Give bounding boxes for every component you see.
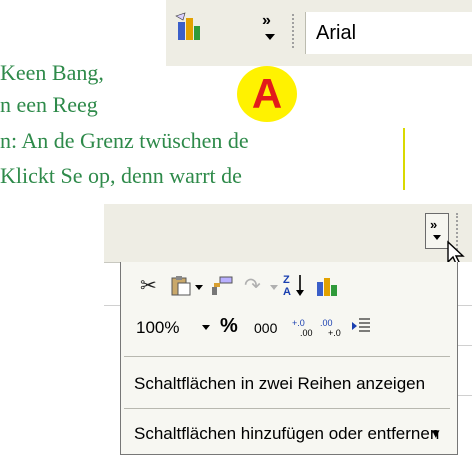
decrease-decimal-icon[interactable]: .00 +.0 — [320, 316, 344, 342]
article-text-line-1: Keen Bang, — [0, 60, 104, 85]
chevron-down-icon[interactable] — [195, 285, 203, 290]
svg-text:A: A — [283, 286, 291, 298]
menu-item-show-two-rows[interactable]: Schaltflächen in zwei Reihen anzeigen — [134, 374, 425, 394]
svg-text:+.0: +.0 — [292, 318, 305, 328]
increase-indent-icon[interactable] — [350, 316, 372, 340]
chevron-down-icon — [265, 34, 275, 40]
svg-text:.00: .00 — [300, 328, 313, 338]
sheet-cells — [456, 262, 472, 454]
menu-item-add-remove-buttons[interactable]: Schaltflächen hinzufügen oder entfernen — [134, 424, 439, 444]
chart-wizard-icon[interactable] — [175, 12, 203, 49]
svg-text:+.0: +.0 — [328, 328, 341, 338]
font-name-box[interactable]: Arial — [305, 12, 472, 54]
menu-separator — [124, 356, 450, 357]
article-text-line-3: n: An de Grenz twüschen de — [0, 128, 249, 153]
article-text-line-2: n een Reeg — [0, 92, 98, 117]
grid-line — [456, 345, 472, 346]
popup-toolbar-strip — [104, 204, 472, 263]
redo-icon[interactable]: ↷ — [244, 276, 261, 296]
article-text-line-4: Klickt Se op, denn warrt de — [0, 163, 242, 188]
sort-descending-icon[interactable]: ZA — [283, 272, 307, 302]
grid-line — [104, 305, 120, 306]
margin-bar — [403, 128, 405, 190]
grid-line — [456, 305, 472, 306]
sheet-row-header — [104, 262, 121, 454]
grid-line — [456, 395, 472, 396]
zoom-box[interactable]: 100% — [136, 318, 179, 338]
toolbar-options-button[interactable]: » — [262, 13, 271, 29]
svg-text:Z: Z — [283, 274, 290, 286]
double-chevron-icon: » — [430, 217, 438, 232]
percent-style-button[interactable]: % — [220, 315, 238, 338]
paste-icon[interactable] — [170, 275, 192, 301]
callout-badge: A — [237, 66, 297, 122]
chevron-down-icon: ▾ — [432, 425, 440, 442]
toolbar-grip[interactable] — [292, 14, 295, 48]
chevron-down-icon[interactable] — [270, 285, 278, 290]
format-painter-icon[interactable] — [210, 275, 234, 301]
comma-style-button[interactable]: 000 — [254, 320, 277, 336]
increase-decimal-icon[interactable]: +.0.00 — [292, 316, 316, 342]
chevron-down-icon — [433, 235, 441, 240]
svg-text:.00: .00 — [320, 318, 333, 328]
menu-separator — [124, 408, 450, 409]
chevron-down-icon[interactable] — [202, 325, 210, 330]
chart-wizard-icon[interactable] — [315, 274, 339, 302]
cut-icon[interactable]: ✂ — [140, 276, 157, 296]
